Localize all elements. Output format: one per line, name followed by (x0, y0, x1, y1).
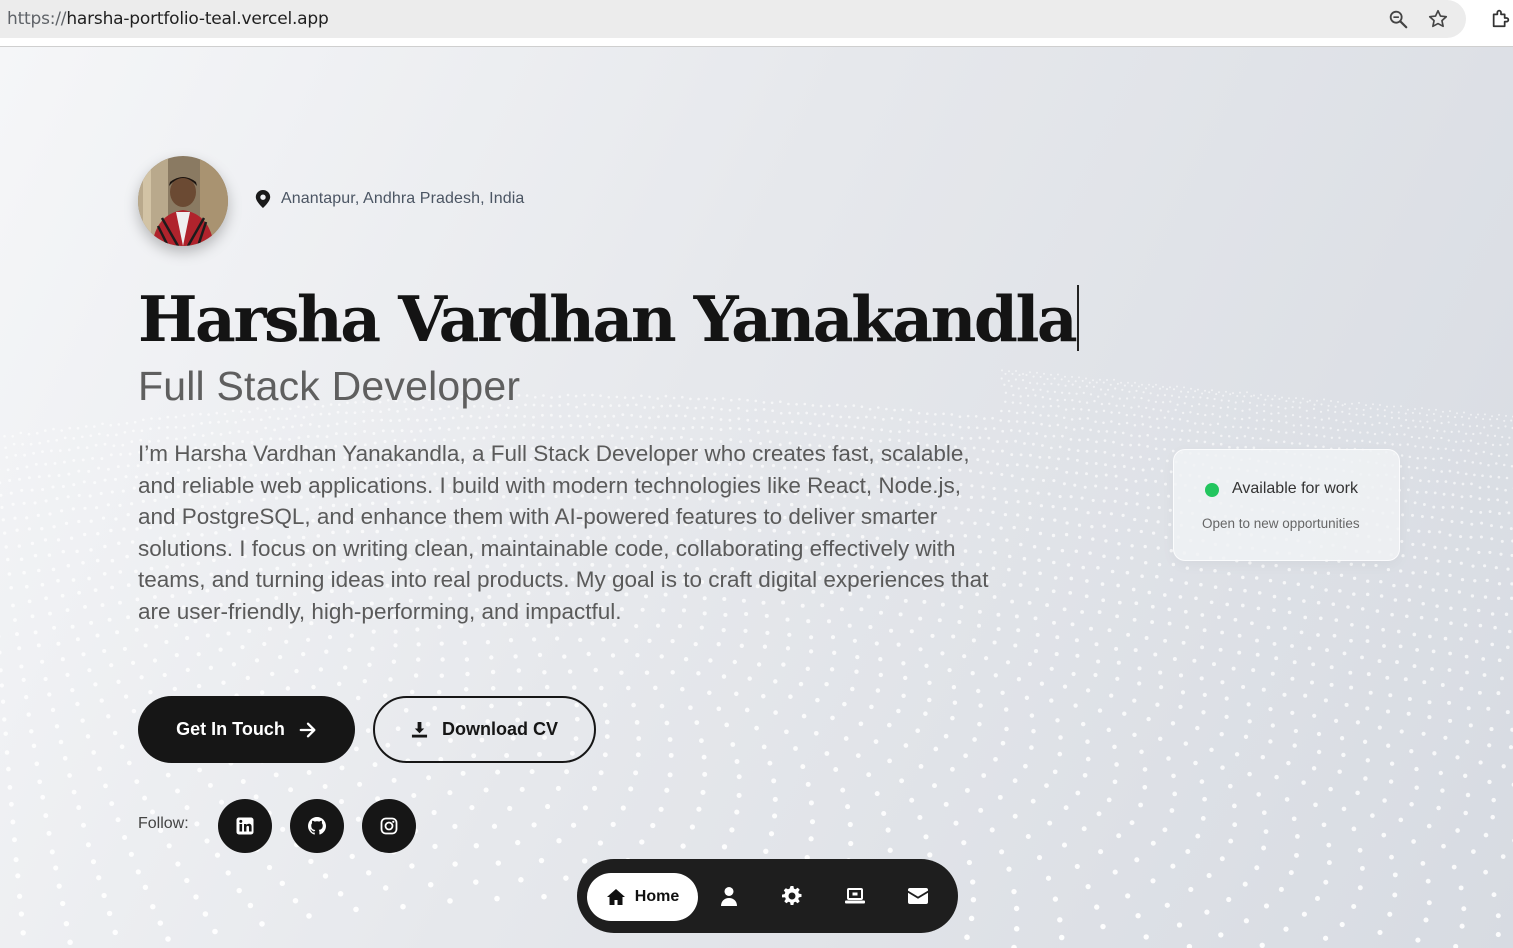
address-bar[interactable]: https://harsha-portfolio-teal.vercel.app (0, 0, 1466, 38)
instagram-link[interactable] (362, 799, 416, 853)
availability-card: Available for work Open to new opportuni… (1173, 449, 1400, 561)
nav-home-button[interactable]: Home (587, 873, 698, 921)
envelope-icon (908, 888, 928, 904)
extensions-icon[interactable] (1490, 7, 1513, 31)
download-icon (411, 721, 428, 738)
location-text: Anantapur, Andhra Pradesh, India (281, 190, 525, 207)
bottom-navigation-dock: Home (577, 859, 958, 933)
instagram-icon (380, 817, 398, 835)
home-icon (606, 889, 625, 905)
url-text[interactable]: https://harsha-portfolio-teal.vercel.app (7, 9, 329, 29)
linkedin-icon (236, 817, 254, 835)
github-icon (308, 817, 326, 835)
arrow-right-icon (299, 722, 316, 737)
nav-contact-button[interactable] (906, 884, 930, 908)
get-in-touch-button[interactable]: Get In Touch (138, 696, 355, 763)
linkedin-link[interactable] (218, 799, 272, 853)
get-in-touch-label: Get In Touch (176, 719, 285, 739)
download-cv-button[interactable]: Download CV (373, 696, 596, 763)
url-host: harsha-portfolio-teal.vercel.app (66, 9, 329, 29)
download-cv-label: Download CV (442, 719, 558, 739)
nav-projects-button[interactable] (843, 884, 867, 908)
availability-title: Available for work (1232, 480, 1358, 497)
status-indicator-dot (1205, 483, 1219, 497)
follow-label: Follow: (138, 815, 189, 832)
avatar (138, 156, 228, 246)
nav-about-button[interactable] (717, 884, 741, 908)
map-pin-icon (255, 190, 271, 208)
hero-role: Full Stack Developer (138, 363, 521, 409)
bookmark-star-icon[interactable] (1427, 8, 1449, 30)
hero-bio: I’m Harsha Vardhan Yanakandla, a Full St… (138, 441, 989, 624)
url-scheme: https:// (7, 9, 67, 29)
availability-subtitle: Open to new opportunities (1202, 516, 1360, 531)
gear-icon (782, 886, 802, 905)
nav-home-label: Home (634, 888, 680, 905)
hero-name: Harsha Vardhan Yanakandla (138, 269, 1079, 369)
user-icon (721, 887, 737, 906)
zoom-icon[interactable] (1387, 8, 1409, 30)
nav-skills-button[interactable] (780, 884, 804, 908)
browser-toolbar: https://harsha-portfolio-teal.vercel.app (0, 0, 1513, 47)
portfolio-page: Anantapur, Andhra Pradesh, India Harsha … (0, 47, 1513, 948)
laptop-icon (845, 888, 865, 904)
github-link[interactable] (290, 799, 344, 853)
location: Anantapur, Andhra Pradesh, India (255, 190, 524, 208)
